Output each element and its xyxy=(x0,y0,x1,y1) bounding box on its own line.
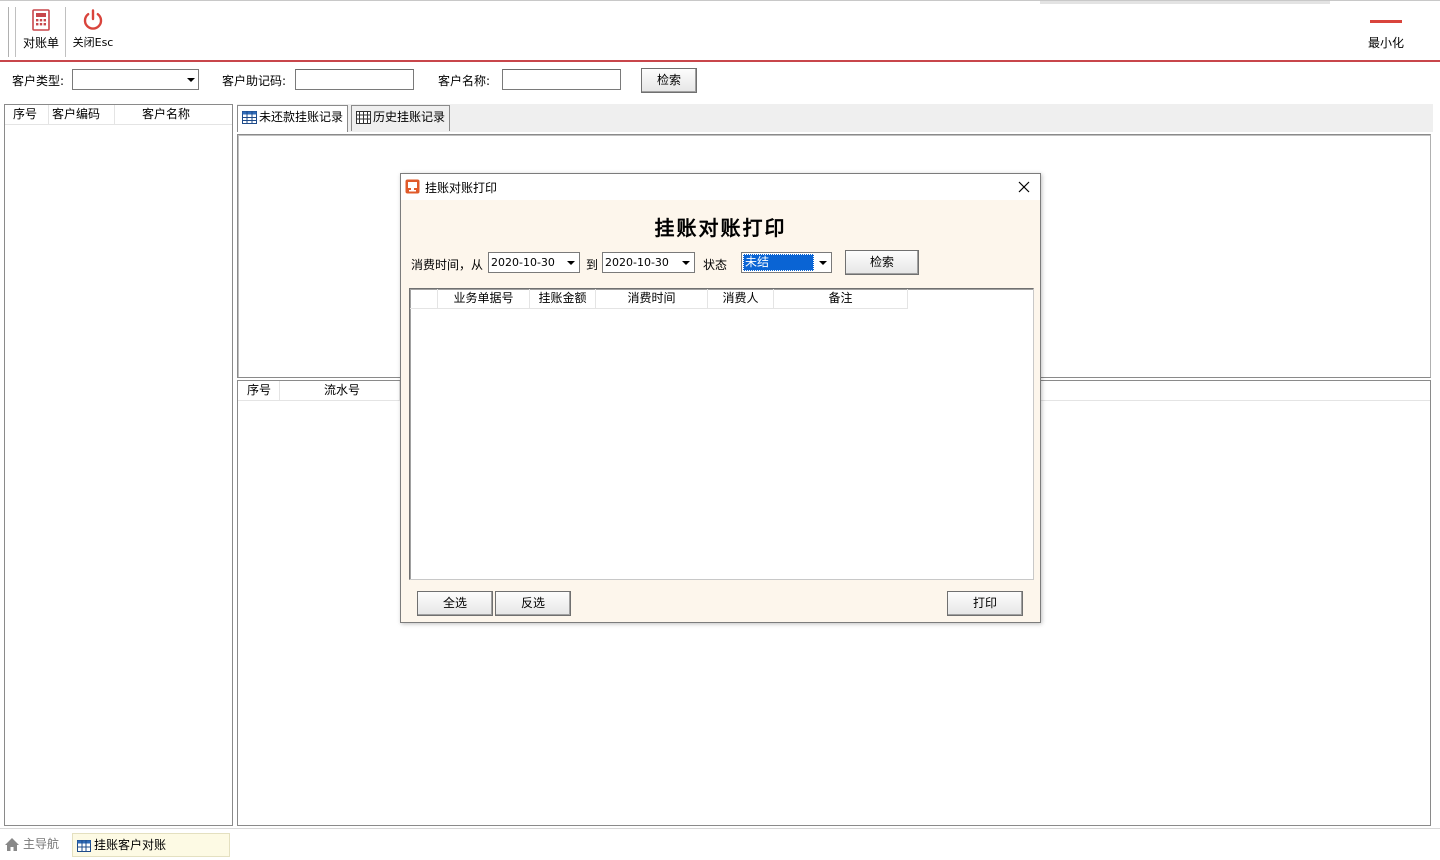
customer-name-input[interactable] xyxy=(502,69,621,90)
chevron-down-icon[interactable] xyxy=(815,254,830,271)
mnemonic-label: 客户助记码: xyxy=(222,74,287,88)
tab-unpaid-records[interactable]: 未还款挂账记录 xyxy=(237,105,348,132)
main-navigation-label: 主导航 xyxy=(23,837,60,851)
home-icon xyxy=(5,838,19,851)
calculator-icon xyxy=(32,9,50,31)
toolbar-separator xyxy=(15,7,16,57)
dialog-title: 挂账对账打印 xyxy=(425,181,498,195)
invert-selection-button[interactable]: 反选 xyxy=(495,591,571,616)
column-header-customer-name[interactable]: 客户名称 xyxy=(115,105,232,125)
customer-type-label: 客户类型: xyxy=(12,74,65,88)
to-label: 到 xyxy=(586,258,599,272)
from-date-picker[interactable]: 2020-10-30 xyxy=(488,252,580,273)
state-label: 状态 xyxy=(703,258,728,272)
tab-unpaid-records-label: 未还款挂账记录 xyxy=(259,110,344,124)
customer-list-header: 序号 客户编码 客户名称 xyxy=(5,105,232,125)
customer-type-select[interactable] xyxy=(72,69,199,90)
toolbar-separator xyxy=(65,7,66,57)
reconciliation-print-dialog: 挂账对账打印 挂账对账打印 消费时间，从 2020-10-30 到 2020-1… xyxy=(400,173,1041,623)
search-button[interactable]: 检索 xyxy=(641,68,697,93)
dialog-titlebar[interactable]: 挂账对账打印 xyxy=(401,174,1040,200)
minimize-button[interactable]: 最小化 xyxy=(1362,9,1410,57)
current-page-label: 挂账客户对账 xyxy=(94,838,167,852)
column-header-remark[interactable]: 备注 xyxy=(774,289,908,309)
app-icon xyxy=(405,179,420,194)
column-header-serial-no[interactable]: 流水号 xyxy=(280,381,400,401)
state-select[interactable]: 未结 xyxy=(741,252,832,273)
column-header-index[interactable]: 序号 xyxy=(5,105,49,125)
select-all-button[interactable]: 全选 xyxy=(417,591,493,616)
dialog-heading: 挂账对账打印 xyxy=(654,216,787,240)
close-button-label: 关闭Esc xyxy=(72,36,114,49)
record-tabs: 未还款挂账记录 历史挂账记录 xyxy=(237,104,1433,132)
reconciliation-records-grid[interactable]: 业务单据号 挂账金额 消费时间 消费人 备注 xyxy=(409,288,1034,580)
to-date-picker[interactable]: 2020-10-30 xyxy=(602,252,695,273)
minimize-button-label: 最小化 xyxy=(1367,36,1404,50)
state-selected-value: 未结 xyxy=(743,254,814,271)
from-date-value: 2020-10-30 xyxy=(491,256,555,269)
column-header-consume-time[interactable]: 消费时间 xyxy=(596,289,708,309)
power-icon xyxy=(83,9,103,30)
table-icon xyxy=(242,111,257,124)
toolbar-grip[interactable] xyxy=(8,7,10,57)
current-page-tab[interactable]: 挂账客户对账 xyxy=(72,833,230,857)
column-header-amount[interactable]: 挂账金额 xyxy=(530,289,596,309)
toolbar: 对账单 关闭Esc 最小化 xyxy=(0,0,1440,62)
chevron-down-icon[interactable] xyxy=(182,71,197,88)
column-header-index[interactable]: 序号 xyxy=(238,381,280,401)
customer-list[interactable]: 序号 客户编码 客户名称 xyxy=(4,104,233,826)
reconcile-button[interactable]: 对账单 xyxy=(20,9,62,57)
close-icon[interactable] xyxy=(1016,179,1032,195)
tab-history-records-label: 历史挂账记录 xyxy=(373,110,446,124)
filter-bar: 客户类型: 客户助记码: 客户名称: 检索 xyxy=(0,62,1440,102)
dialog-search-button[interactable]: 检索 xyxy=(845,250,919,275)
chevron-down-icon[interactable] xyxy=(678,254,693,271)
column-header-consumer[interactable]: 消费人 xyxy=(708,289,774,309)
table-icon xyxy=(356,111,371,124)
table-icon xyxy=(77,839,91,852)
status-bar: 主导航 挂账客户对账 xyxy=(0,828,1440,860)
minimize-icon xyxy=(1370,20,1402,23)
mnemonic-input[interactable] xyxy=(295,69,414,90)
column-header-document-no[interactable]: 业务单据号 xyxy=(438,289,530,309)
close-button[interactable]: 关闭Esc xyxy=(70,9,116,57)
consume-time-from-label: 消费时间，从 xyxy=(411,258,484,272)
column-header-customer-code[interactable]: 客户编码 xyxy=(49,105,115,125)
tab-history-records[interactable]: 历史挂账记录 xyxy=(351,105,450,131)
to-date-value: 2020-10-30 xyxy=(605,256,669,269)
column-header-checkbox[interactable] xyxy=(410,289,438,309)
chevron-down-icon[interactable] xyxy=(563,254,578,271)
reconcile-button-label: 对账单 xyxy=(22,36,59,50)
main-navigation-tab[interactable]: 主导航 xyxy=(4,833,59,857)
customer-name-label: 客户名称: xyxy=(438,74,491,88)
print-button[interactable]: 打印 xyxy=(947,591,1023,616)
toolbar-top-strip xyxy=(1040,1,1330,4)
